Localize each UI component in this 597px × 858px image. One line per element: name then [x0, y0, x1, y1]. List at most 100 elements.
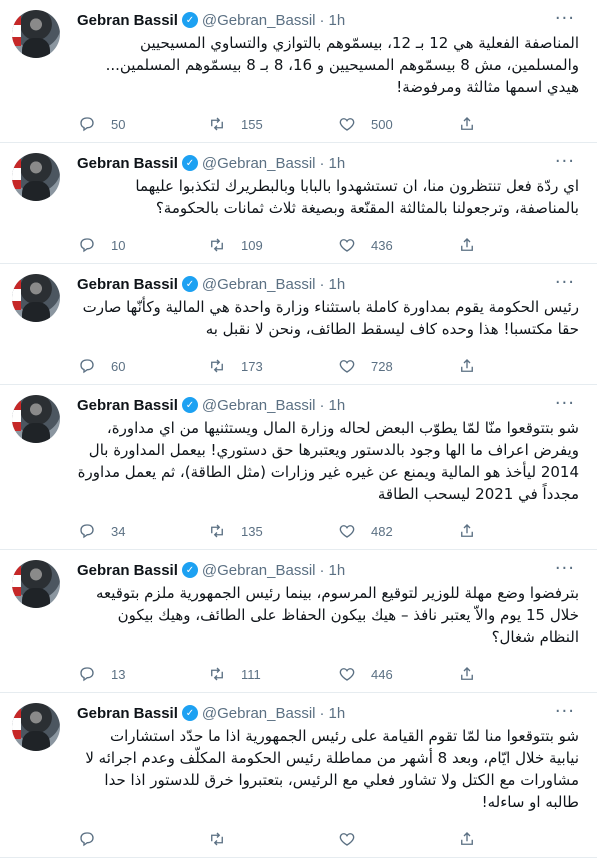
reply-button[interactable] [77, 829, 207, 849]
tweet-header: Gebran Bassil ✓ @Gebran_Bassil · 1h [77, 10, 581, 30]
author-name[interactable]: Gebran Bassil [77, 397, 178, 414]
reply-button[interactable]: 34 [77, 521, 207, 541]
verified-badge-icon: ✓ [181, 562, 198, 578]
verified-badge-icon: ✓ [181, 12, 198, 28]
like-icon [337, 664, 357, 684]
like-button[interactable] [337, 829, 457, 849]
timestamp[interactable]: 1h [329, 562, 346, 579]
like-count: 436 [371, 237, 393, 253]
like-button[interactable]: 436 [337, 235, 457, 255]
tweet-actions [77, 821, 581, 857]
share-button[interactable] [457, 114, 491, 134]
tweet-actions: 10 109 436 [77, 227, 581, 263]
share-button[interactable] [457, 664, 491, 684]
author-name[interactable]: Gebran Bassil [77, 562, 178, 579]
avatar-flag [12, 566, 21, 596]
timestamp[interactable]: 1h [329, 155, 346, 172]
retweet-button[interactable]: 155 [207, 114, 337, 134]
share-button[interactable] [457, 235, 491, 255]
avatar[interactable] [12, 560, 60, 608]
share-button[interactable] [457, 356, 491, 376]
separator-dot: · [319, 275, 325, 293]
retweet-icon [207, 114, 227, 134]
tweet[interactable]: Gebran Bassil ✓ @Gebran_Bassil · 1h ··· … [0, 693, 597, 858]
like-count: 446 [371, 666, 393, 682]
reply-icon [77, 664, 97, 684]
like-icon [337, 235, 357, 255]
retweet-count: 135 [241, 523, 263, 539]
tweet-header: Gebran Bassil ✓ @Gebran_Bassil · 1h [77, 560, 581, 580]
more-dots-icon[interactable]: ··· [555, 558, 575, 579]
author-handle[interactable]: @Gebran_Bassil [202, 276, 316, 293]
retweet-button[interactable]: 109 [207, 235, 337, 255]
reply-count: 10 [111, 237, 126, 253]
author-name[interactable]: Gebran Bassil [77, 276, 178, 293]
retweet-icon [207, 235, 227, 255]
avatar[interactable] [12, 703, 60, 751]
author-name[interactable]: Gebran Bassil [77, 12, 178, 29]
timestamp[interactable]: 1h [329, 705, 346, 722]
share-icon [457, 829, 477, 849]
like-button[interactable]: 482 [337, 521, 457, 541]
tweet-header: Gebran Bassil ✓ @Gebran_Bassil · 1h [77, 703, 581, 723]
retweet-button[interactable]: 173 [207, 356, 337, 376]
avatar[interactable] [12, 10, 60, 58]
separator-dot: · [319, 11, 325, 29]
reply-button[interactable]: 60 [77, 356, 207, 376]
tweet-text: اي ردّة فعل تنتظرون منا، ان تستشهدوا بال… [135, 177, 579, 217]
retweet-count: 173 [241, 358, 263, 374]
retweet-icon [207, 664, 227, 684]
verified-badge-icon: ✓ [181, 397, 198, 413]
tweet-text: شو بتتوقعوا منّا لمّا يطوّب البعض لحاله … [77, 419, 579, 503]
avatar[interactable] [12, 274, 60, 322]
like-icon [337, 356, 357, 376]
reply-icon [77, 521, 97, 541]
more-dots-icon[interactable]: ··· [555, 151, 575, 172]
avatar[interactable] [12, 395, 60, 443]
like-icon [337, 829, 357, 849]
avatar[interactable] [12, 153, 60, 201]
author-name[interactable]: Gebran Bassil [77, 705, 178, 722]
like-count: 500 [371, 116, 393, 132]
share-button[interactable] [457, 829, 491, 849]
author-handle[interactable]: @Gebran_Bassil [202, 12, 316, 29]
timestamp[interactable]: 1h [329, 276, 346, 293]
reply-button[interactable]: 50 [77, 114, 207, 134]
tweet[interactable]: Gebran Bassil ✓ @Gebran_Bassil · 1h ··· … [0, 143, 597, 264]
like-button[interactable]: 728 [337, 356, 457, 376]
more-dots-icon[interactable]: ··· [555, 8, 575, 29]
more-dots-icon[interactable]: ··· [555, 701, 575, 722]
tweet-actions: 13 111 446 [77, 656, 581, 692]
more-dots-icon[interactable]: ··· [555, 393, 575, 414]
avatar-flag [12, 16, 21, 46]
verified-badge-icon: ✓ [181, 705, 198, 721]
tweet[interactable]: Gebran Bassil ✓ @Gebran_Bassil · 1h ··· … [0, 264, 597, 385]
tweet[interactable]: Gebran Bassil ✓ @Gebran_Bassil · 1h ··· … [0, 0, 597, 143]
share-button[interactable] [457, 521, 491, 541]
timestamp[interactable]: 1h [329, 397, 346, 414]
tweet[interactable]: Gebran Bassil ✓ @Gebran_Bassil · 1h ··· … [0, 385, 597, 550]
author-handle[interactable]: @Gebran_Bassil [202, 397, 316, 414]
avatar-flag [12, 280, 21, 310]
reply-count: 34 [111, 523, 126, 539]
retweet-icon [207, 521, 227, 541]
retweet-button[interactable] [207, 829, 337, 849]
author-handle[interactable]: @Gebran_Bassil [202, 155, 316, 172]
retweet-button[interactable]: 135 [207, 521, 337, 541]
author-name[interactable]: Gebran Bassil [77, 155, 178, 172]
author-handle[interactable]: @Gebran_Bassil [202, 562, 316, 579]
like-icon [337, 114, 357, 134]
reply-button[interactable]: 13 [77, 664, 207, 684]
retweet-button[interactable]: 111 [207, 664, 337, 684]
avatar-flag [12, 401, 21, 431]
tweet[interactable]: Gebran Bassil ✓ @Gebran_Bassil · 1h ··· … [0, 550, 597, 693]
author-handle[interactable]: @Gebran_Bassil [202, 705, 316, 722]
reply-button[interactable]: 10 [77, 235, 207, 255]
retweet-icon [207, 829, 227, 849]
timestamp[interactable]: 1h [329, 12, 346, 29]
like-button[interactable]: 446 [337, 664, 457, 684]
retweet-icon [207, 356, 227, 376]
more-dots-icon[interactable]: ··· [555, 272, 575, 293]
like-button[interactable]: 500 [337, 114, 457, 134]
retweet-count: 111 [241, 666, 261, 682]
